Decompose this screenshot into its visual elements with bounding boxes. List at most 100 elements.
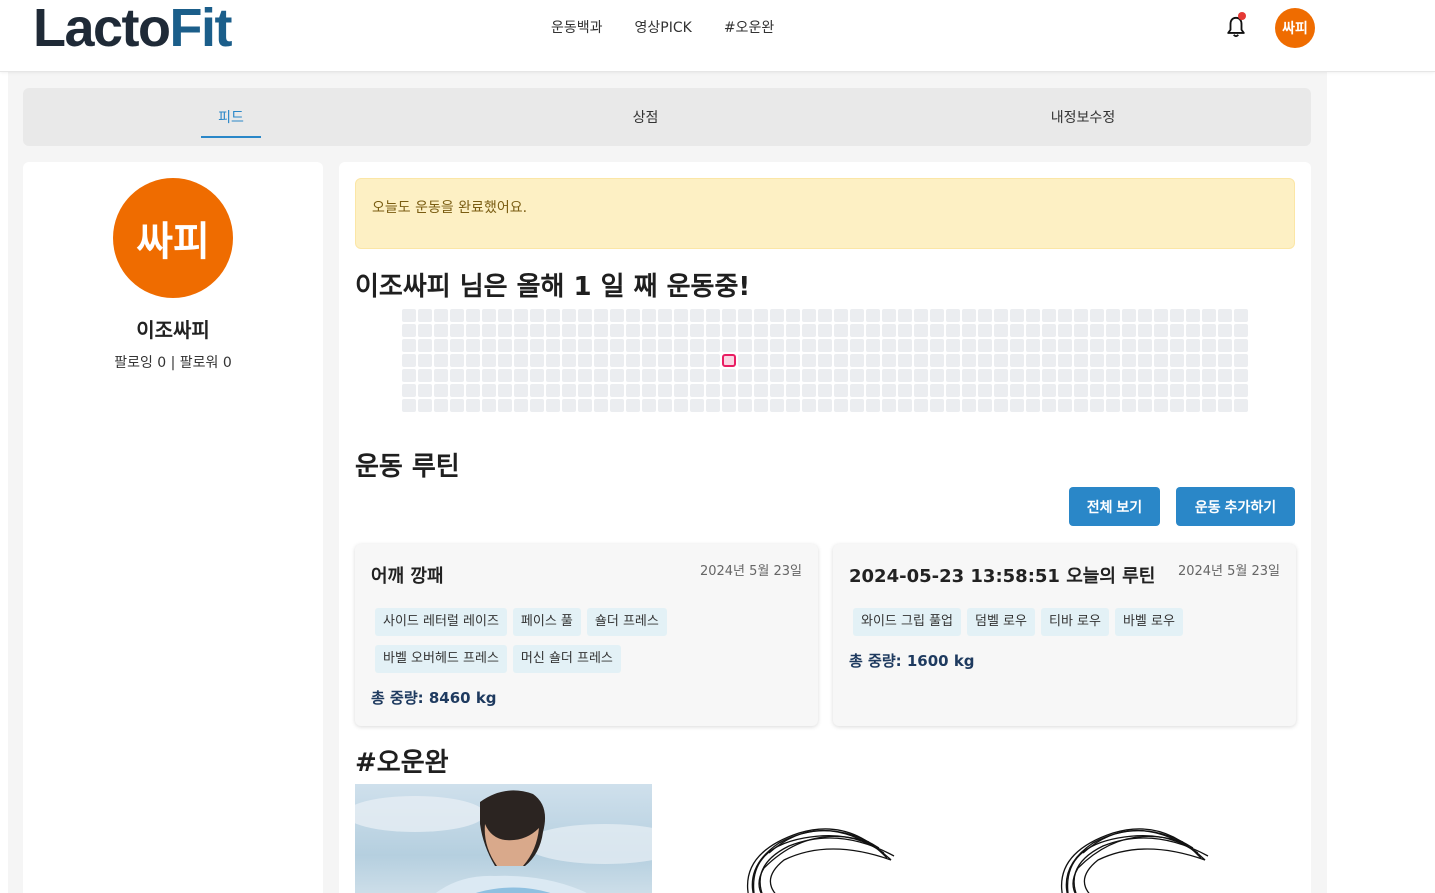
activity-day-cell xyxy=(1122,309,1136,322)
activity-day-cell xyxy=(578,324,592,337)
routine-section-title: 운동 루틴 xyxy=(355,452,460,482)
activity-day-cell xyxy=(930,324,944,337)
activity-day-cell xyxy=(754,354,768,367)
activity-day-cell xyxy=(1170,339,1184,352)
activity-day-cell xyxy=(722,369,736,382)
exercise-tag: 숄더 프레스 xyxy=(586,608,667,636)
activity-day-cell xyxy=(850,384,864,397)
activity-day-cell xyxy=(722,384,736,397)
activity-day-cell xyxy=(770,354,784,367)
activity-day-cell xyxy=(930,309,944,322)
tab-feed[interactable]: 피드 xyxy=(201,88,261,146)
activity-day-cell xyxy=(690,339,704,352)
activity-day-cell xyxy=(722,339,736,352)
ootd-photo[interactable] xyxy=(355,784,652,893)
activity-day-cell xyxy=(450,309,464,322)
tab-edit-profile[interactable]: 내정보수정 xyxy=(1033,88,1133,146)
ootd-placeholder-image[interactable] xyxy=(1023,798,1223,893)
activity-day-cell xyxy=(738,369,752,382)
activity-day-cell xyxy=(1106,369,1120,382)
ootd-section-title: #오운완 xyxy=(355,748,449,778)
activity-day-cell xyxy=(818,309,832,322)
activity-day-cell xyxy=(1010,354,1024,367)
activity-day-cell xyxy=(1154,324,1168,337)
activity-day-cell xyxy=(1154,339,1168,352)
activity-day-cell xyxy=(914,369,928,382)
tab-shop[interactable]: 상점 xyxy=(613,88,678,146)
activity-day-cell xyxy=(882,309,896,322)
activity-day-cell xyxy=(626,354,640,367)
activity-day-cell xyxy=(1106,384,1120,397)
activity-day-cell xyxy=(1170,309,1184,322)
nav-exercise-encyclopedia[interactable]: 운동백과 xyxy=(551,18,603,38)
activity-day-cell xyxy=(1170,384,1184,397)
activity-day-cell xyxy=(1026,339,1040,352)
exercise-tag: 티바 로우 xyxy=(1040,608,1109,636)
activity-day-cell xyxy=(786,324,800,337)
activity-day-cell xyxy=(610,399,624,412)
activity-day-cell xyxy=(754,369,768,382)
activity-day-cell xyxy=(914,354,928,367)
activity-day-cell xyxy=(706,354,720,367)
activity-day-cell xyxy=(722,399,736,412)
routine-card[interactable]: 어깨 깡패 2024년 5월 23일 사이드 레터럴 레이즈 페이스 풀 숄더 프레… xyxy=(355,544,818,726)
activity-day-cell xyxy=(482,369,496,382)
activity-day-cell xyxy=(1154,399,1168,412)
activity-day-cell xyxy=(1202,339,1216,352)
activity-day-cell xyxy=(546,309,560,322)
activity-day-cell xyxy=(626,309,640,322)
activity-day-cell xyxy=(674,354,688,367)
activity-day-cell xyxy=(994,339,1008,352)
activity-day-cell xyxy=(738,354,752,367)
activity-day-cell xyxy=(1170,354,1184,367)
activity-day-cell xyxy=(962,369,976,382)
activity-day-cell xyxy=(466,399,480,412)
activity-day-cell xyxy=(850,354,864,367)
activity-day-cell xyxy=(610,384,624,397)
activity-day-cell xyxy=(1042,309,1056,322)
activity-day-cell xyxy=(994,354,1008,367)
activity-day-cell xyxy=(1122,354,1136,367)
activity-day-cell xyxy=(1138,309,1152,322)
activity-day-cell xyxy=(578,354,592,367)
nav-video-pick[interactable]: 영상PICK xyxy=(635,18,692,38)
activity-day-cell xyxy=(450,369,464,382)
ootd-placeholder-image[interactable] xyxy=(709,798,909,893)
activity-day-cell xyxy=(498,354,512,367)
activity-day-cell xyxy=(466,384,480,397)
streak-title: 이조싸피 님은 올해 1 일 째 운동중! xyxy=(355,272,751,302)
activity-day-cell xyxy=(530,369,544,382)
add-workout-button[interactable]: 운동 추가하기 xyxy=(1176,487,1295,526)
activity-day-cell xyxy=(882,399,896,412)
activity-day-cell xyxy=(1202,369,1216,382)
activity-day-cell xyxy=(482,384,496,397)
activity-day-cell xyxy=(1010,369,1024,382)
activity-day-cell xyxy=(1186,369,1200,382)
activity-day-cell xyxy=(1234,354,1248,367)
user-avatar[interactable]: 싸피 xyxy=(1275,8,1315,48)
activity-day-cell xyxy=(834,399,848,412)
activity-day-cell xyxy=(674,369,688,382)
activity-day-cell xyxy=(402,324,416,337)
exercise-tag: 사이드 레터럴 레이즈 xyxy=(375,608,507,636)
follow-counts[interactable]: 팔로잉 0 | 팔로워 0 xyxy=(23,352,323,372)
activity-day-cell xyxy=(1026,309,1040,322)
activity-day-cell xyxy=(434,384,448,397)
activity-day-cell xyxy=(418,369,432,382)
activity-day-cell xyxy=(594,309,608,322)
routine-card[interactable]: 2024-05-23 13:58:51 오늘의 루틴 2024년 5월 23일 … xyxy=(833,544,1296,726)
activity-grid xyxy=(402,309,1250,413)
activity-day-cell xyxy=(418,384,432,397)
activity-day-cell xyxy=(1026,399,1040,412)
nav-ootd[interactable]: #오운완 xyxy=(724,18,774,38)
activity-day-cell xyxy=(1010,309,1024,322)
activity-day-cell xyxy=(1090,369,1104,382)
activity-day-cell xyxy=(978,309,992,322)
activity-day-cell xyxy=(850,369,864,382)
view-all-button[interactable]: 전체 보기 xyxy=(1069,487,1160,526)
logo[interactable]: LactoFit xyxy=(33,0,233,58)
activity-day-cell xyxy=(738,399,752,412)
activity-day-cell xyxy=(914,309,928,322)
activity-day-cell xyxy=(1074,399,1088,412)
activity-day-cell xyxy=(818,354,832,367)
